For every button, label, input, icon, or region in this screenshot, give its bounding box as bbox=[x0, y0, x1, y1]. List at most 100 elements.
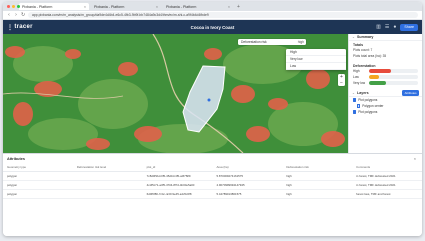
table-cell: 6d0f6f80-7c4c-4c0f-9e45-a4c5c0f8 bbox=[142, 189, 213, 199]
table-cell bbox=[72, 189, 143, 199]
table-cell: high bbox=[282, 189, 353, 199]
column-header[interactable]: Area (ha) bbox=[212, 163, 283, 172]
browser-tab[interactable]: Pixbania - Platform × bbox=[163, 3, 233, 10]
filter-value: high bbox=[297, 40, 304, 44]
polygon-swatch-icon bbox=[357, 104, 361, 108]
attributes-table-panel: Attributes × Geometry type Deforestation … bbox=[3, 153, 422, 236]
map-view[interactable]: Deforestation risk high High Very low Lo… bbox=[3, 34, 348, 153]
header-actions: ▥ ☰ ● Share bbox=[376, 23, 418, 31]
table-cell: polygon bbox=[3, 189, 73, 199]
dropdown-option[interactable]: Low bbox=[286, 63, 346, 70]
deforestation-row: Very low bbox=[349, 80, 422, 86]
back-icon[interactable]: ‹ bbox=[7, 12, 11, 18]
column-header[interactable]: Geometry type bbox=[3, 163, 73, 172]
dropdown-option[interactable]: High bbox=[286, 49, 346, 56]
deforestation-level-label: Very low bbox=[353, 81, 366, 85]
table-cell: 4.9070999994147945 bbox=[212, 180, 283, 190]
address-bar-row: ‹ › ↻ app.pixbania.com/m/m_analysis/m_gr… bbox=[3, 11, 422, 20]
table-cell: polygon bbox=[3, 171, 73, 181]
table-cell bbox=[72, 180, 143, 190]
tab-label: Pixbania - Platform bbox=[94, 4, 125, 9]
table-header-row: Geometry type Deforestation risk level plo… bbox=[3, 163, 422, 172]
browser-window: Pixbania - Platform × Pixbania - Platform… bbox=[3, 2, 422, 236]
browser-tab[interactable]: Pixbania - Platform × bbox=[19, 3, 89, 10]
zoom-control: + − bbox=[338, 74, 345, 86]
tab-label: Pixbania - Platform bbox=[166, 4, 197, 9]
chart-icon[interactable]: ▥ bbox=[376, 24, 381, 30]
share-button[interactable]: Share bbox=[400, 23, 418, 31]
deforestation-bar bbox=[369, 75, 418, 79]
table-cell: high bbox=[282, 180, 353, 190]
url-input[interactable]: app.pixbania.com/m/m_analysis/m_group/da… bbox=[28, 12, 418, 18]
page-title: Cocoa in Ivory Coast bbox=[190, 24, 235, 30]
close-tab-icon[interactable]: × bbox=[84, 5, 86, 9]
close-icon[interactable]: × bbox=[414, 157, 416, 161]
table-cell: in forest, TMF deforested 2021 bbox=[352, 180, 422, 190]
logo-text: tracer bbox=[14, 24, 33, 30]
attributes-button[interactable]: Attributes bbox=[402, 90, 419, 96]
column-header[interactable]: plot_id bbox=[142, 163, 213, 172]
minimize-window-icon[interactable] bbox=[12, 5, 15, 8]
table-body: polygon 7c8d0f9b-b0f5-45d0-b4f5-a0f7f9f9 5… bbox=[3, 171, 422, 199]
column-header[interactable]: Deforestation risk level bbox=[72, 163, 143, 172]
deforestation-bar bbox=[369, 69, 418, 73]
close-tab-icon[interactable]: × bbox=[228, 5, 230, 9]
table-cell: forest loss, TMF and forest bbox=[352, 189, 422, 199]
deforestation-level-label: Low bbox=[353, 75, 359, 79]
zoom-out-button[interactable]: − bbox=[338, 80, 345, 86]
table-cell: 7c8d0f9b-b0f5-45d0-b4f5-a0f7f9f9 bbox=[142, 171, 213, 181]
window-controls bbox=[7, 5, 20, 8]
right-panel: ⌄ Summary Totals Plots count: 7 Plots tot… bbox=[348, 34, 422, 153]
filter-dropdown: High Very low Low bbox=[286, 49, 346, 70]
deforestation-bar-fill bbox=[369, 75, 379, 79]
close-window-icon[interactable] bbox=[7, 5, 10, 8]
app-logo[interactable]: ⋮ tracer bbox=[7, 24, 33, 31]
browser-tab[interactable]: Pixbania - Platform × bbox=[91, 3, 161, 10]
deforestation-level-label: High bbox=[353, 69, 360, 73]
table-row[interactable]: polygon 6d0f6f80-7c4c-4c0f-9e45-a4c5c0f8 5… bbox=[3, 189, 422, 199]
list-icon[interactable]: ☰ bbox=[385, 24, 389, 30]
column-header[interactable]: Deforestation risk bbox=[282, 163, 353, 172]
dropdown-option[interactable]: Very low bbox=[286, 56, 346, 63]
attributes-table: Geometry type Deforestation risk level plo… bbox=[3, 163, 422, 199]
table-row[interactable]: polygon 7c8d0f9b-b0f5-45d0-b4f5-a0f7f9f9 5… bbox=[3, 171, 422, 181]
section-title: Layers bbox=[357, 91, 369, 95]
user-icon[interactable]: ● bbox=[393, 24, 396, 30]
tracer-logo-icon: ⋮ bbox=[7, 24, 14, 31]
layer-label: Polygon center bbox=[362, 104, 384, 108]
layers-section-header[interactable]: ⌄ Layers Attributes bbox=[349, 90, 422, 97]
summary-section-header[interactable]: ⌄ Summary bbox=[349, 34, 422, 41]
table-cell: 5.44789013861575 bbox=[212, 189, 283, 199]
layer-item[interactable]: Plot polygons bbox=[349, 109, 422, 115]
table-row[interactable]: polygon 4cdf5c71-a3f5-4704-8f7d-4b00e5a00… bbox=[3, 180, 422, 190]
tab-bar: Pixbania - Platform × Pixbania - Platform… bbox=[3, 2, 422, 11]
attributes-title: Attributes bbox=[7, 156, 25, 161]
layer-label: Plot polygons bbox=[358, 98, 378, 102]
tab-label: Pixbania - Platform bbox=[22, 4, 53, 9]
table-cell: polygon bbox=[3, 180, 73, 190]
table-cell: high bbox=[282, 171, 353, 181]
new-tab-button[interactable]: + bbox=[237, 4, 240, 10]
maximize-window-icon[interactable] bbox=[17, 5, 20, 8]
close-tab-icon[interactable]: × bbox=[156, 5, 158, 9]
plots-area: Plots total area (ha): 35 bbox=[353, 54, 387, 58]
layer-label: Plot polygons bbox=[358, 110, 378, 114]
filter-label: Deforestation risk bbox=[241, 40, 267, 44]
checkbox-checked-icon[interactable] bbox=[353, 110, 357, 114]
deforestation-rows: High Low Very low bbox=[349, 68, 422, 86]
column-header[interactable]: Comments bbox=[352, 163, 422, 172]
attributes-header: Attributes × bbox=[3, 154, 422, 163]
forward-icon[interactable]: › bbox=[14, 12, 18, 18]
deforestation-bar-fill bbox=[369, 81, 387, 85]
checkbox-checked-icon[interactable] bbox=[353, 98, 357, 102]
polygon-center-marker[interactable] bbox=[207, 98, 211, 102]
chevron-down-icon: ⌄ bbox=[352, 35, 356, 39]
map-filter-field[interactable]: Deforestation risk high bbox=[238, 39, 306, 45]
table-cell: 4cdf5c71-a3f5-4704-8f7d-4b00e5a00 bbox=[142, 180, 213, 190]
section-title: Summary bbox=[357, 35, 374, 39]
chevron-down-icon: ⌄ bbox=[352, 91, 356, 95]
table-cell: 5.870009274161575 bbox=[212, 171, 283, 181]
reload-icon[interactable]: ↻ bbox=[21, 12, 25, 18]
table-cell bbox=[72, 171, 143, 181]
deforestation-bar-fill bbox=[369, 69, 392, 73]
